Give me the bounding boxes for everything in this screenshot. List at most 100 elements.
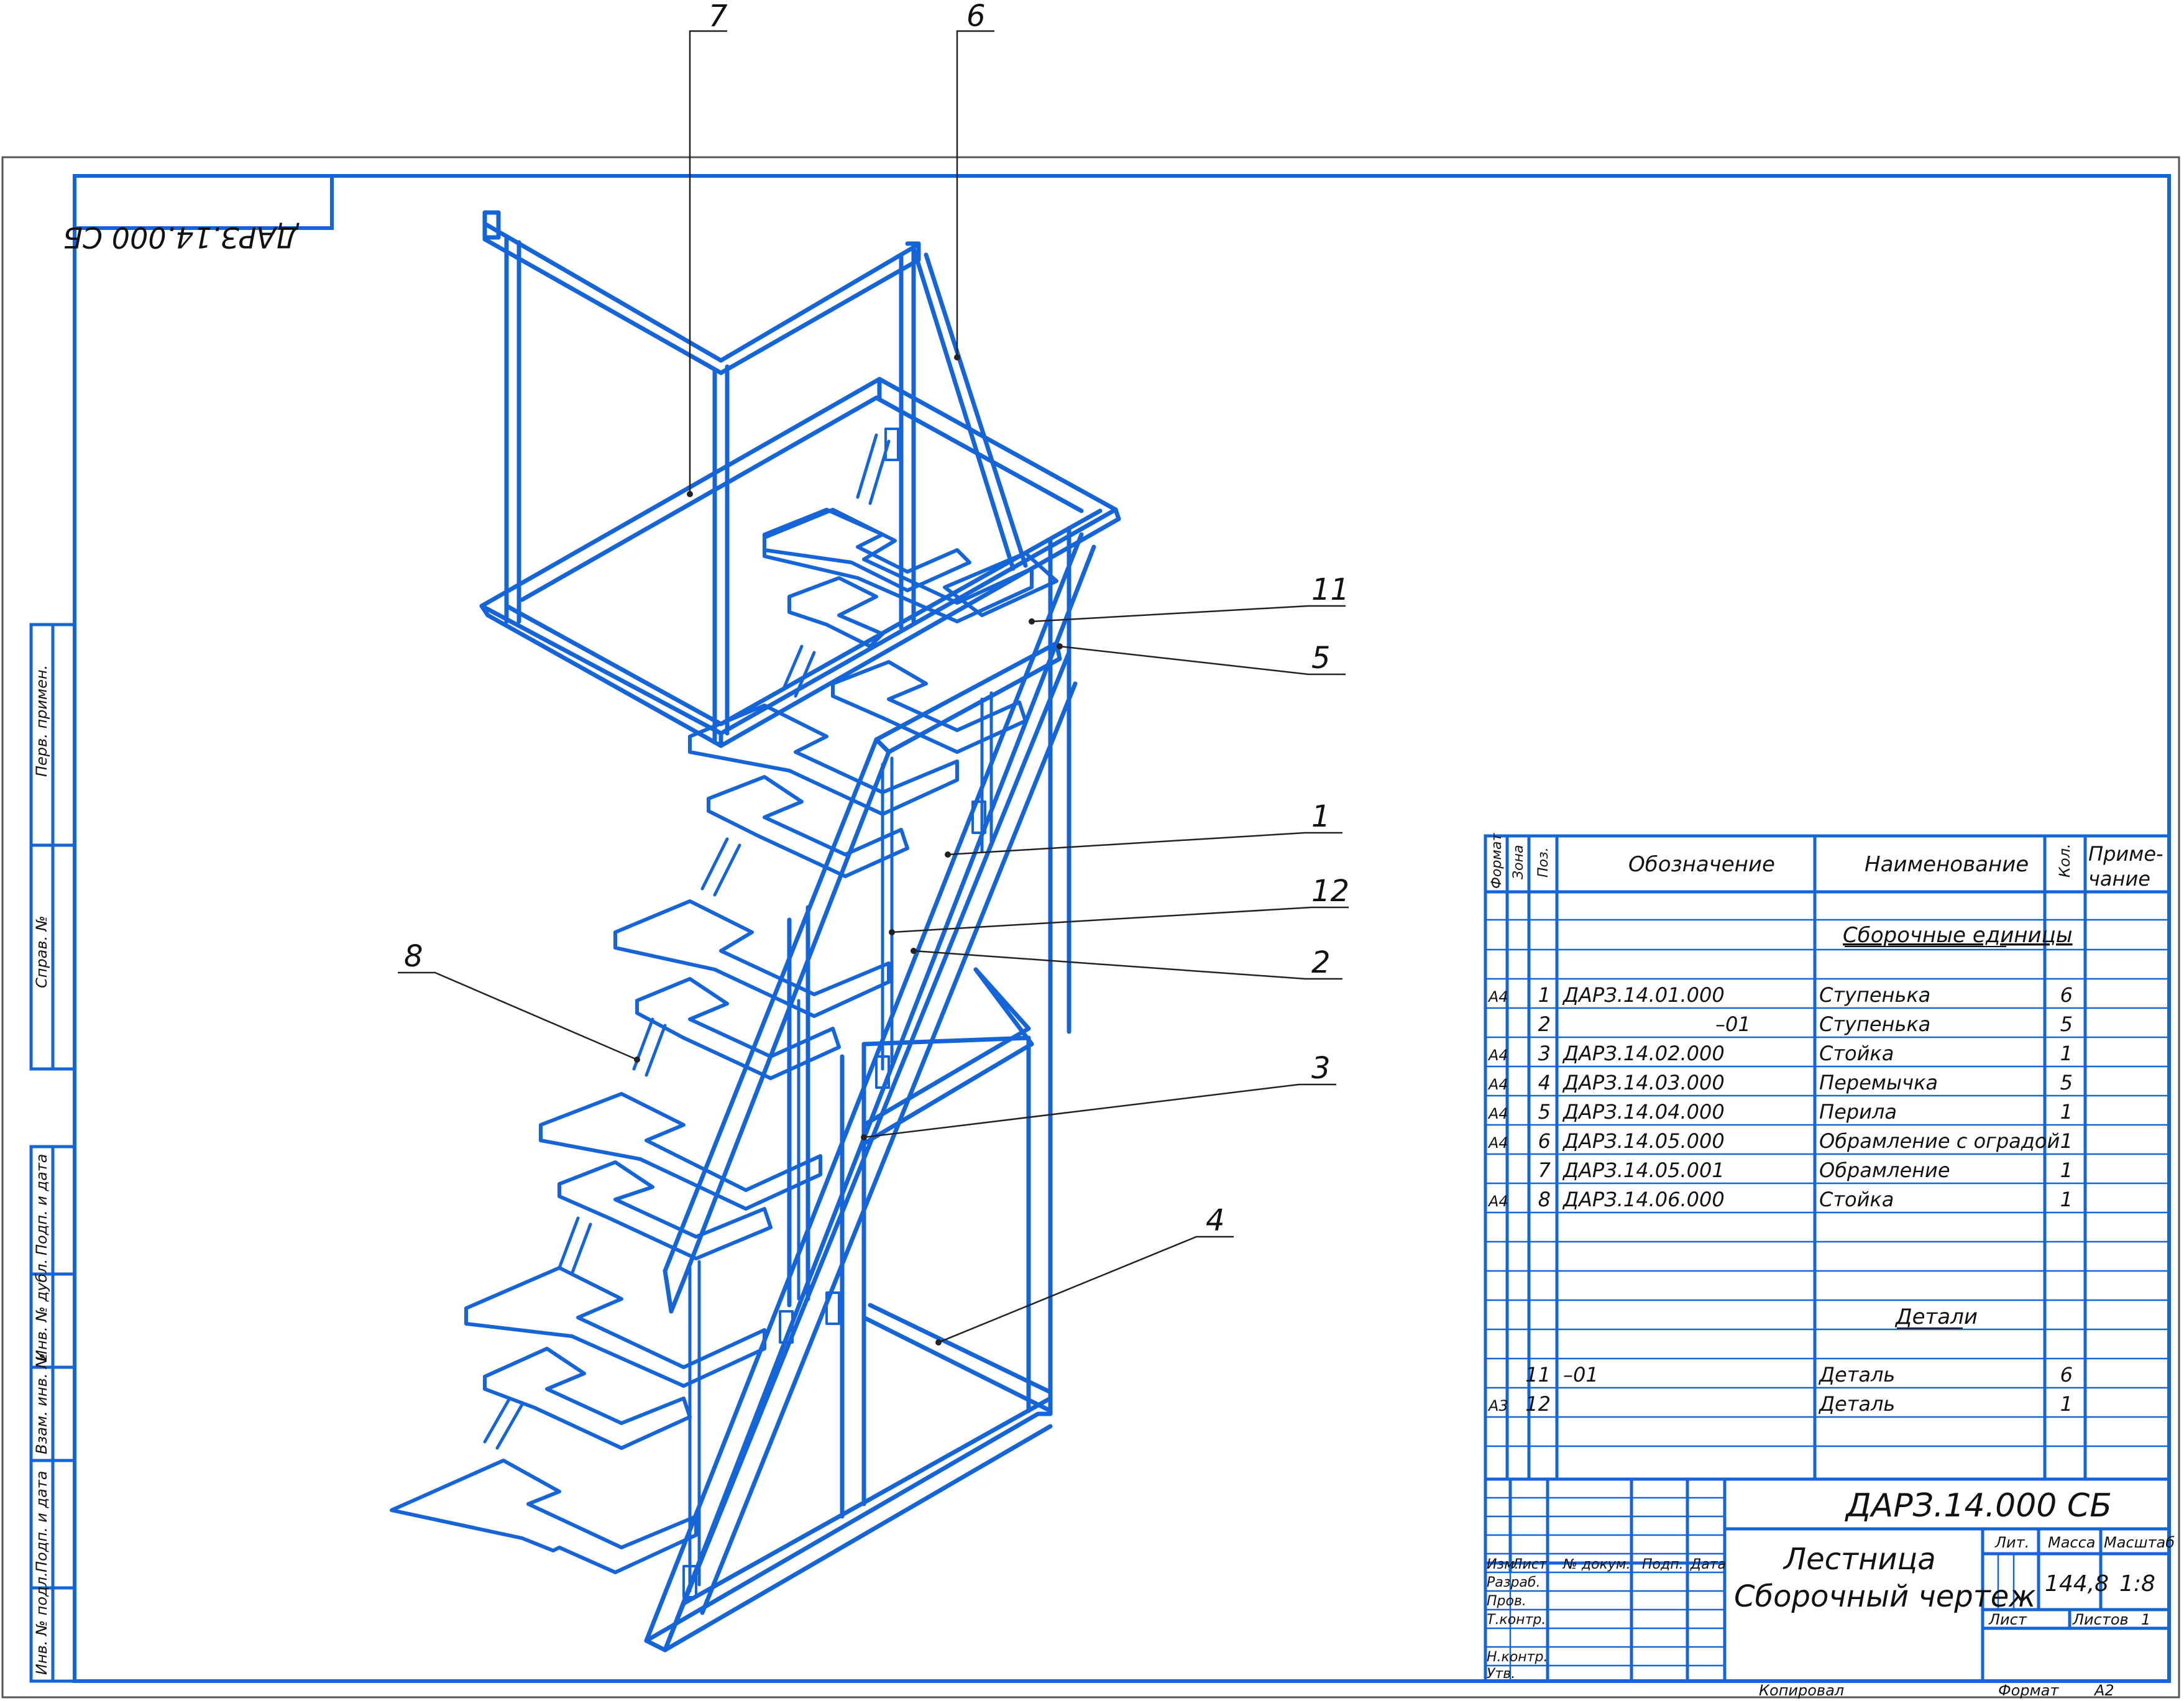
tb-mass-label: Масса [2048,1534,2096,1551]
tb-role-razrab: Разраб. [1487,1575,1540,1590]
spec-row-designation: ДАРЗ.14.03.000 [1562,1071,1725,1094]
spec-row-format: А4 [1487,1047,1508,1064]
spec-row-designation: ДАРЗ.14.06.000 [1562,1188,1725,1211]
tread-9 [688,704,959,816]
tb-lit-label: Лит. [1994,1534,2029,1551]
callout-7: 7 [709,0,728,34]
callout-3: 3 [1311,1051,1331,1086]
spec-rows: А4 1 ДАРЗ.14.01.000 Ступенька 6 2 –01 Ступенька… [1487,983,2073,1416]
staircase-drawing [390,210,1121,1653]
tb-scale-value: 1:8 [2119,1571,2155,1597]
spec-row-designation: ДАРЗ.14.02.000 [1562,1042,1725,1065]
spec-row-name: Стойка [1819,1042,1894,1065]
spec-row-format: А4 [1487,1134,1508,1152]
spec-row-pos: 4 [1538,1071,1551,1094]
spec-row-name: Стойка [1819,1188,1894,1211]
spec-row-format: А4 [1487,1105,1508,1122]
spec-header-note-2: чание [2088,867,2150,891]
spec-row-pos: 6 [1538,1129,1551,1153]
callout-5: 5 [1311,641,1331,676]
spec-header-note: Приме- [2088,842,2163,866]
spec-header-designation: Обозначение [1628,852,1775,877]
spec-row-qty: 1 [2060,1100,2073,1124]
spec-detail-row-pos: 12 [1525,1392,1551,1416]
spec-row-qty: 1 [2060,1188,2073,1211]
side-label-perv-primen: Перв. примен. [33,665,50,777]
tb-col-doc: № докум. [1562,1557,1630,1572]
callout-11: 11 [1311,572,1349,607]
tb-col-date: Дата [1690,1557,1726,1572]
tb-col-list: Лист [1512,1557,1548,1572]
spec-detail-row-name: Деталь [1818,1392,1895,1416]
tb-role-utv: Утв. [1487,1666,1515,1682]
spec-detail-row-qty: 6 [2060,1363,2073,1387]
spec-row-format: А4 [1487,988,1508,1006]
spec-row-designation: ДАРЗ.14.05.001 [1562,1158,1725,1182]
spec-row-format: А4 [1487,1076,1508,1093]
spec-detail-row-qty: 1 [2060,1392,2073,1416]
spec-row-pos: 7 [1538,1158,1551,1182]
mirrored-code-text: ДАРЗ.14.000 СБ [63,221,300,254]
assembly-drawing-sheet: ДАРЗ.14.000 СБ Перв. примен. Справ. № По… [1,0,2180,1699]
tb-mass-value: 144,8 [2045,1571,2109,1597]
tb-role-nkontr: Н.контр. [1487,1649,1548,1665]
spec-row-designation: ДАРЗ.14.05.000 [1562,1129,1725,1153]
spec-row-name: Ступенька [1819,983,1930,1007]
spec-header-qty: Кол. [2056,843,2073,878]
footer-copied: Копировал [1759,1682,1844,1699]
callout-12: 12 [1311,874,1349,909]
spec-row-designation: ДАРЗ.14.01.000 [1562,983,1725,1007]
callout-8: 8 [404,939,423,974]
spec-row-format: А4 [1487,1193,1508,1210]
spec-detail-row-designation: –01 [1563,1363,1599,1387]
spec-detail-row-name: Деталь [1818,1363,1895,1387]
footer-format-value: А2 [2093,1682,2114,1699]
spec-row-name: Обрамление с оградой [1819,1129,2060,1153]
spec-row-name: Обрамление [1819,1158,1950,1182]
title-line-2: Сборочный чертеж [1734,1579,2036,1614]
spec-row-pos: 2 [1538,1012,1551,1036]
spec-row-pos: 8 [1538,1188,1551,1211]
tread-3 [464,1266,766,1388]
tb-col-sign: Подп. [1642,1557,1684,1572]
side-stamp-labels: Перв. примен. Справ. № Подп. и дата Инв.… [33,665,50,1675]
spec-header-name: Наименование [1865,852,2029,877]
side-label-vzam-inv: Взам. инв. № [33,1353,50,1454]
footer-format-label: Формат [1998,1682,2059,1699]
spec-row-name: Перемычка [1819,1071,1938,1094]
spec-row-qty: 1 [2060,1042,2073,1065]
side-label-podp-data-2: Подп. и дата [33,1471,50,1573]
callout-leaders [398,30,1349,1344]
tread-4 [557,1160,773,1260]
spec-row-pos: 5 [1538,1100,1551,1124]
tread-7 [613,899,891,1018]
tb-sheets-label: Листов [2072,1611,2129,1628]
tread-2 [483,1347,692,1450]
spec-row-name: Перила [1819,1100,1897,1124]
spec-detail-row-format: А3 [1487,1397,1508,1414]
spec-row-qty: 1 [2060,1158,2073,1182]
title-block: ДАРЗ.14.000 СБ Лестница Сборочный чертеж… [1484,1477,2175,1683]
tb-sheet-label: Лист [1988,1611,2027,1628]
spec-header-pos: Поз. [1536,847,1551,878]
specification-table: Формат Зона Поз. Обозначение Наименовани… [1484,833,2171,1481]
spec-row-qty: 5 [2060,1071,2073,1094]
tread-1 [390,1459,698,1574]
mirrored-code-box: ДАРЗ.14.000 СБ [63,174,334,254]
spec-section-assemblies: Сборочные единицы [1843,923,2073,948]
spec-row-designation: ДАРЗ.14.04.000 [1562,1100,1725,1124]
tb-role-tkontr: Т.контр. [1487,1612,1546,1628]
tread-13 [763,508,971,592]
spec-row-qty: 5 [2060,1012,2073,1036]
spec-header-zone: Зона [1511,845,1526,879]
tread-5 [539,1092,822,1211]
side-label-inv-dubl: Инв. № дубл. [33,1259,50,1361]
side-label-inv-podl: Инв. № подл. [33,1572,50,1675]
title-line-1: Лестница [1783,1542,1936,1577]
side-label-sprav: Справ. № [33,915,50,988]
tread-12 [787,576,884,648]
callout-1: 1 [1311,799,1331,834]
spec-row-qty: 1 [2060,1129,2073,1153]
spec-row-name: Ступенька [1819,1012,1930,1036]
title-code: ДАРЗ.14.000 СБ [1845,1487,2112,1524]
